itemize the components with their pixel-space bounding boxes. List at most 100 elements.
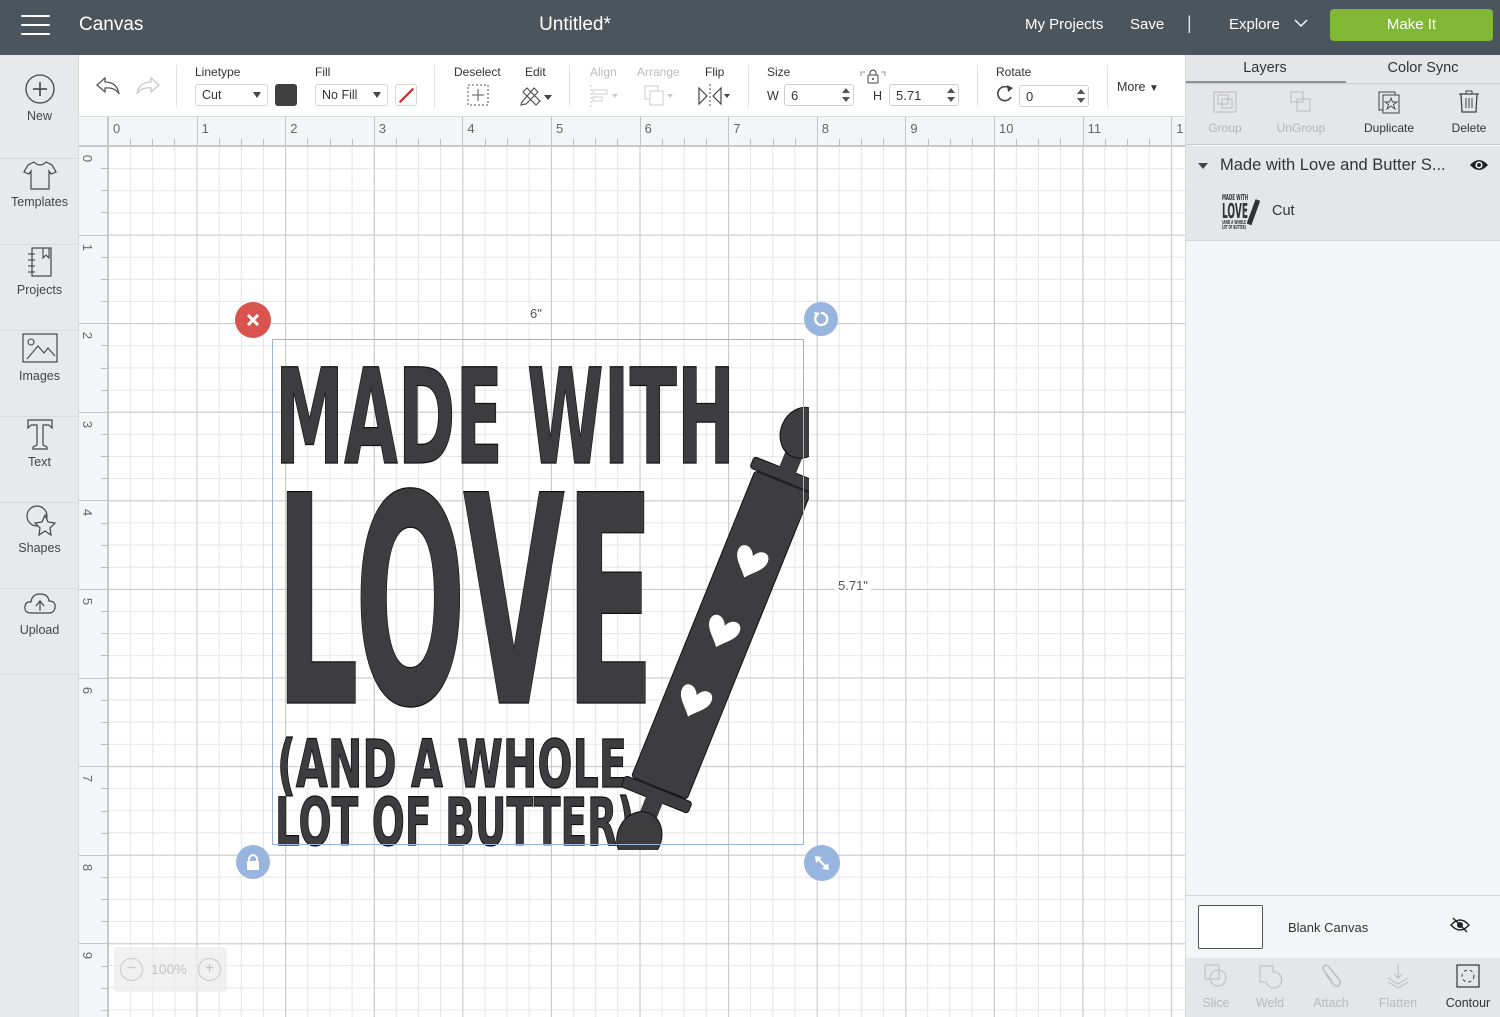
explore-link[interactable]: Explore: [1229, 16, 1280, 33]
ruler-minor-tick: [949, 139, 951, 146]
height-stepper[interactable]: [947, 88, 955, 102]
plus-circle-icon: [24, 74, 55, 104]
rotate-handle[interactable]: [804, 302, 838, 336]
scale-handle[interactable]: [804, 845, 840, 881]
layer-item[interactable]: MADE WITH LOVE (AND A WHOLE LOT OF BUTTE…: [1216, 191, 1496, 231]
ruler-v-number: 9: [80, 952, 96, 960]
delete-handle[interactable]: [235, 302, 271, 338]
ruler-major-tick: [79, 411, 108, 413]
rotate-value: 0: [1026, 89, 1034, 104]
ruler-minor-tick: [101, 721, 108, 723]
lock-proportions-handle[interactable]: [236, 845, 270, 879]
linetype-value: Cut: [202, 88, 222, 102]
ruler-h-number: 10: [999, 121, 1014, 136]
save-link[interactable]: Save: [1130, 16, 1164, 33]
size-label: Size: [767, 65, 791, 79]
ruler-minor-tick: [101, 345, 108, 347]
sidebar-label: Projects: [16, 283, 63, 297]
zoom-out-button[interactable]: −: [120, 958, 143, 981]
design-canvas[interactable]: 0 1 2 3 4 5 6 7 8 9 10 11 1 0123456789 MADE WITH LOV…: [79, 117, 1185, 1017]
redo-icon[interactable]: [135, 75, 161, 97]
sidebar-item-shapes[interactable]: Shapes: [0, 503, 79, 589]
ruler-v-number: 8: [80, 863, 96, 871]
sidebar-item-upload[interactable]: Upload: [0, 589, 79, 675]
ruler-minor-tick: [617, 139, 619, 146]
ruler-minor-tick: [573, 139, 575, 146]
ruler-minor-tick: [307, 139, 309, 146]
width-stepper[interactable]: [842, 88, 850, 102]
edit-pencil-ruler-icon[interactable]: [519, 84, 553, 106]
sidebar-item-templates[interactable]: Templates: [0, 159, 79, 245]
ruler-h-number: 8: [821, 121, 830, 136]
width-input[interactable]: 6: [784, 84, 854, 106]
deselect-icon[interactable]: [467, 84, 489, 106]
group-button[interactable]: Group: [1186, 84, 1264, 146]
attach-button[interactable]: Attach: [1301, 958, 1361, 1017]
sidebar-item-new[interactable]: New: [0, 73, 79, 159]
ruler-minor-tick: [101, 433, 108, 435]
linetype-color-swatch[interactable]: [275, 84, 297, 106]
tab-layers[interactable]: Layers: [1186, 60, 1344, 76]
eye-hidden-icon[interactable]: [1450, 917, 1470, 933]
duplicate-button[interactable]: Duplicate: [1350, 84, 1428, 146]
ruler-major-tick: [79, 589, 108, 590]
height-input[interactable]: 5.71: [889, 84, 959, 106]
rotate-stepper[interactable]: [1077, 89, 1085, 103]
fill-label: Fill: [315, 65, 331, 79]
ungroup-button[interactable]: UnGroup: [1262, 84, 1340, 146]
sidebar-label: Templates: [11, 195, 68, 209]
fill-select[interactable]: No Fill: [315, 84, 388, 106]
make-it-button[interactable]: Make It: [1330, 9, 1493, 41]
ruler-major-tick: [79, 234, 108, 236]
undo-icon[interactable]: [95, 75, 121, 97]
ruler-major-tick: [79, 323, 108, 325]
rotate-icon: [997, 85, 1013, 102]
fill-none-swatch[interactable]: [395, 84, 417, 106]
flip-label: Flip: [705, 65, 725, 79]
my-projects-link[interactable]: My Projects: [1025, 16, 1103, 33]
layer-group[interactable]: Made with Love and Butter S... MADE WITH…: [1186, 146, 1500, 241]
flatten-button[interactable]: Flatten: [1368, 958, 1428, 1017]
blank-canvas-swatch[interactable]: [1198, 905, 1263, 949]
toolbar-divider: [748, 65, 749, 107]
width-dimension-label: 6": [527, 306, 545, 321]
chevron-down-icon[interactable]: [1294, 16, 1308, 30]
tab-color-sync[interactable]: Color Sync: [1344, 60, 1500, 76]
ruler-major-tick: [462, 117, 464, 146]
ruler-major-tick: [285, 117, 287, 146]
ruler-major-tick: [79, 677, 108, 679]
height-label: H: [873, 89, 883, 103]
ruler-major-tick: [108, 117, 109, 146]
weld-button[interactable]: Weld: [1240, 958, 1300, 1017]
tool-label: Delete: [1451, 121, 1487, 135]
ruler-minor-tick: [152, 139, 154, 146]
sidebar-item-images[interactable]: Images: [0, 331, 79, 417]
linetype-select[interactable]: Cut: [195, 84, 268, 106]
lock-aspect-icon[interactable]: [859, 67, 887, 85]
collapse-caret-icon[interactable]: [1198, 163, 1208, 169]
ruler-minor-tick: [101, 810, 108, 812]
paperclip-icon: [1322, 964, 1341, 987]
contour-button[interactable]: Contour: [1438, 958, 1498, 1017]
flip-icon[interactable]: [697, 84, 733, 108]
ruler-minor-tick: [101, 899, 108, 901]
sidebar-item-text[interactable]: Text: [0, 417, 79, 503]
selection-bounding-box[interactable]: [272, 339, 804, 845]
align-icon[interactable]: [589, 85, 623, 107]
eye-icon[interactable]: [1469, 158, 1489, 172]
rotate-input[interactable]: 0: [1019, 85, 1089, 107]
slice-button[interactable]: Slice: [1186, 958, 1246, 1017]
zoom-in-button[interactable]: +: [198, 958, 221, 981]
ruler-minor-tick: [174, 139, 176, 146]
deselect-label: Deselect: [454, 65, 501, 79]
delete-button[interactable]: Delete: [1430, 84, 1500, 146]
document-title[interactable]: Untitled*: [0, 14, 1150, 36]
more-menu[interactable]: More ▼: [1117, 80, 1159, 94]
ruler-minor-tick: [750, 139, 752, 146]
sidebar-item-projects[interactable]: Projects: [0, 245, 79, 331]
ruler-minor-tick: [706, 139, 708, 146]
arrange-icon[interactable]: [643, 84, 677, 108]
height-dimension-label: 5.71": [835, 578, 871, 593]
ruler-major-tick: [196, 117, 198, 146]
ruler-h-number: 3: [378, 121, 387, 136]
